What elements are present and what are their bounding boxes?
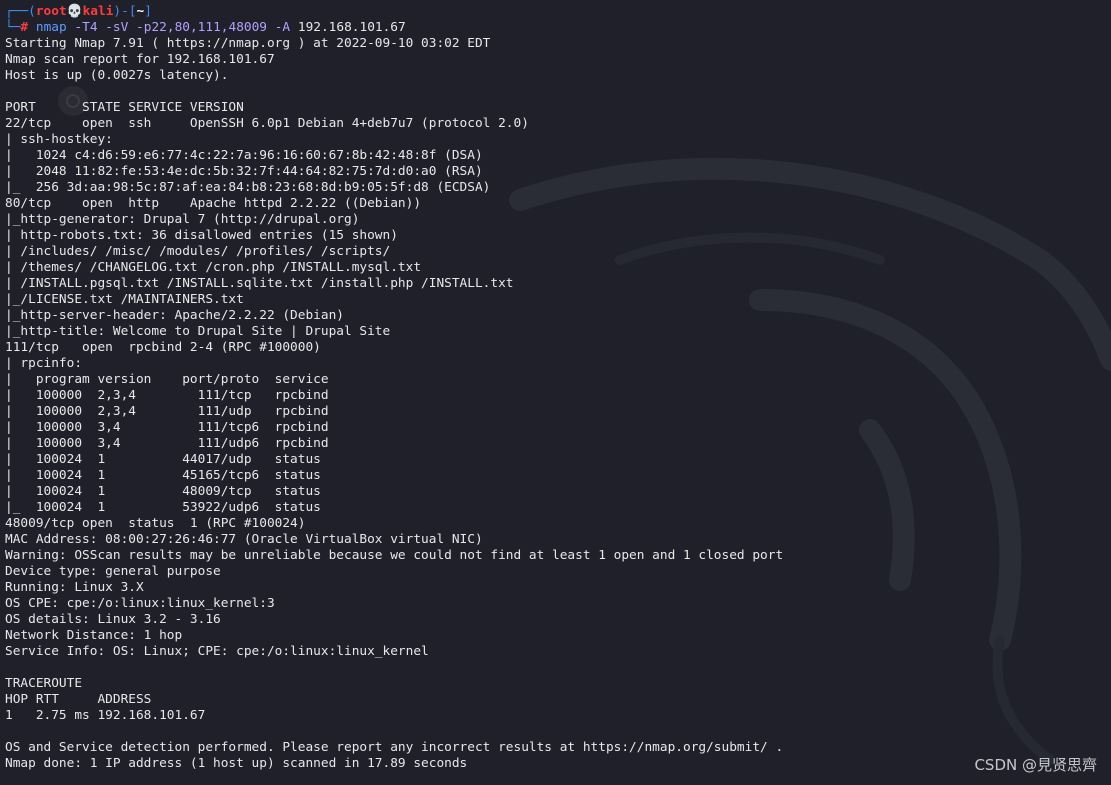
output-line: 48009/tcp open status 1 (RPC #100024) bbox=[5, 516, 306, 531]
output-line: |_ 256 3d:aa:98:5c:87:af:ea:84:b8:23:68:… bbox=[5, 180, 491, 195]
output-line: |_/LICENSE.txt /MAINTAINERS.txt bbox=[5, 292, 244, 307]
output-line: Nmap done: 1 IP address (1 host up) scan… bbox=[5, 756, 468, 771]
output-line: Starting Nmap 7.91 ( https://nmap.org ) … bbox=[5, 36, 491, 51]
prompt-dir-close: ] bbox=[144, 4, 152, 19]
output-line: | 100000 3,4 111/tcp6 rpcbind bbox=[5, 420, 329, 435]
output-line: | /includes/ /misc/ /modules/ /profiles/… bbox=[5, 244, 391, 259]
output-line: |_ 100024 1 53922/udp6 status bbox=[5, 500, 321, 515]
output-line: | 2048 11:82:fe:53:4e:dc:5b:32:7f:44:64:… bbox=[5, 164, 483, 179]
output-line: |_http-title: Welcome to Drupal Site | D… bbox=[5, 324, 391, 339]
output-line: 111/tcp open rpcbind 2-4 (RPC #100000) bbox=[5, 340, 321, 355]
output-line: Warning: OSScan results may be unreliabl… bbox=[5, 548, 784, 563]
prompt-line-2: └─# nmap -T4 -sV -p22,80,111,48009 -A 19… bbox=[5, 20, 1111, 36]
output-line: Nmap scan report for 192.168.101.67 bbox=[5, 52, 275, 67]
prompt-frame-bottom: └─ bbox=[5, 20, 21, 35]
prompt-dir-open: )-[ bbox=[113, 4, 137, 19]
output-line: Running: Linux 3.X bbox=[5, 580, 144, 595]
command-target: 192.168.101.67 bbox=[297, 20, 406, 35]
output-line: HOP RTT ADDRESS bbox=[5, 692, 152, 707]
output-line: Service Info: OS: Linux; CPE: cpe:/o:lin… bbox=[5, 644, 429, 659]
output-line: | /themes/ /CHANGELOG.txt /cron.php /INS… bbox=[5, 260, 422, 275]
output-line: Host is up (0.0027s latency). bbox=[5, 68, 229, 83]
skull-icon: 💀 bbox=[66, 4, 83, 19]
prompt-frame-top: ┌──( bbox=[5, 4, 36, 19]
output-line: MAC Address: 08:00:27:26:46:77 (Oracle V… bbox=[5, 532, 483, 547]
output-line: | 100000 2,3,4 111/tcp rpcbind bbox=[5, 388, 329, 403]
terminal-output[interactable]: ┌──(root💀kali)-[~] └─# nmap -T4 -sV -p22… bbox=[5, 4, 1111, 772]
output-line: OS and Service detection performed. Plea… bbox=[5, 740, 784, 755]
output-line: 22/tcp open ssh OpenSSH 6.0p1 Debian 4+d… bbox=[5, 116, 529, 131]
output-line: OS CPE: cpe:/o:linux:linux_kernel:3 bbox=[5, 596, 275, 611]
output-line: | 1024 c4:d6:59:e6:77:4c:22:7a:96:16:60:… bbox=[5, 148, 483, 163]
output-line: OS details: Linux 3.2 - 3.16 bbox=[5, 612, 221, 627]
command-name: nmap bbox=[35, 20, 67, 35]
output-line: TRACEROUTE bbox=[5, 676, 83, 691]
terminal-window[interactable]: ┌──(root💀kali)-[~] └─# nmap -T4 -sV -p22… bbox=[0, 0, 1111, 785]
output-line: | 100000 3,4 111/udp6 rpcbind bbox=[5, 436, 329, 451]
output-line: Network Distance: 1 hop bbox=[5, 628, 183, 643]
output-line: | 100000 2,3,4 111/udp rpcbind bbox=[5, 404, 329, 419]
output-line: 80/tcp open http Apache httpd 2.2.22 ((D… bbox=[5, 196, 422, 211]
output-line: | program version port/proto service bbox=[5, 372, 329, 387]
output-line: Device type: general purpose bbox=[5, 564, 221, 579]
prompt-line-1: ┌──(root💀kali)-[~] bbox=[5, 4, 1111, 20]
output-line: | /INSTALL.pgsql.txt /INSTALL.sqlite.txt… bbox=[5, 276, 514, 291]
output-line: 1 2.75 ms 192.168.101.67 bbox=[5, 708, 206, 723]
command-options: -T4 -sV -p22,80,111,48009 -A bbox=[74, 20, 291, 35]
prompt-user: root bbox=[35, 4, 67, 19]
output-line: | 100024 1 45165/tcp6 status bbox=[5, 468, 321, 483]
prompt-hash: # bbox=[20, 20, 29, 35]
prompt-host: kali bbox=[82, 4, 114, 19]
output-line: | ssh-hostkey: bbox=[5, 132, 113, 147]
output-line: |_http-server-header: Apache/2.2.22 (Deb… bbox=[5, 308, 344, 323]
output-line: | 100024 1 48009/tcp status bbox=[5, 484, 321, 499]
csdn-watermark: CSDN @見贤思齊 bbox=[974, 756, 1097, 774]
output-line: PORT STATE SERVICE VERSION bbox=[5, 100, 244, 115]
output-line: |_http-generator: Drupal 7 (http://drupa… bbox=[5, 212, 360, 227]
output-line: | rpcinfo: bbox=[5, 356, 83, 371]
output-line: | 100024 1 44017/udp status bbox=[5, 452, 321, 467]
output-line: | http-robots.txt: 36 disallowed entries… bbox=[5, 228, 398, 243]
